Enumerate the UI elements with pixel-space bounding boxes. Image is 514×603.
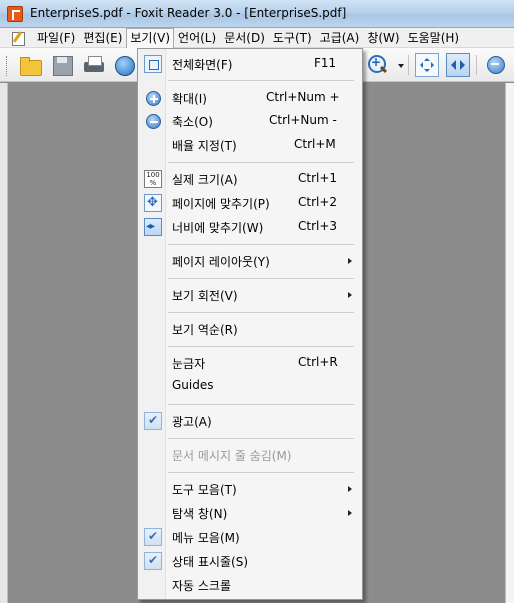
menu-item-rotate-view[interactable]: 보기 회전(V) <box>140 284 360 306</box>
view-menu-dropdown: 전체화면(F) F11 확대(I) Ctrl+Num + 축소(O) Ctrl+… <box>137 48 363 600</box>
globe-icon[interactable] <box>112 53 136 77</box>
menu-separator <box>168 162 354 163</box>
document-icon[interactable] <box>11 30 27 46</box>
menu-item-status-bar[interactable]: 상태 표시줄(S) <box>140 550 360 572</box>
menu-item-label: 실제 크기(A) <box>172 173 238 187</box>
menu-item-shortcut: Ctrl+3 <box>298 219 338 233</box>
submenu-arrow-icon <box>348 292 352 298</box>
menu-separator <box>168 404 354 405</box>
checkmark-icon <box>144 412 162 430</box>
menu-item-label: 자동 스크롤 <box>172 579 232 593</box>
menu-item-label: 탐색 창(N) <box>172 507 228 521</box>
menu-item-label: 배율 지정(T) <box>172 139 237 153</box>
document-page[interactable] <box>505 83 514 603</box>
menu-item-label: 축소(O) <box>172 115 213 129</box>
menu-item-menu-bar[interactable]: 메뉴 모음(M) <box>140 526 360 548</box>
fit-page-icon <box>144 194 162 212</box>
zoom-out-icon <box>146 114 161 129</box>
menu-item-zoom-out[interactable]: 축소(O) Ctrl+Num - <box>140 110 360 132</box>
menu-item-label: 눈금자 <box>172 357 206 371</box>
submenu-arrow-icon <box>348 258 352 264</box>
menu-item-label: 메뉴 모음(M) <box>172 531 240 545</box>
save-icon[interactable] <box>50 53 74 77</box>
submenu-arrow-icon <box>348 510 352 516</box>
menu-item-reverse-view[interactable]: 보기 역순(R) <box>140 318 360 340</box>
menu-separator <box>168 472 354 473</box>
menu-item-label: 보기 회전(V) <box>172 289 238 303</box>
menu-file[interactable]: 파일(F) <box>33 28 79 48</box>
menu-item-fit-width[interactable]: 너비에 맞추기(W) Ctrl+3 <box>140 216 360 238</box>
zoom-out-icon[interactable] <box>484 53 508 77</box>
menu-separator <box>168 346 354 347</box>
menu-item-shortcut: Ctrl+M <box>294 137 336 151</box>
menu-item-shortcut: F11 <box>314 56 337 70</box>
menu-window[interactable]: 창(W) <box>363 28 403 48</box>
menu-item-ruler[interactable]: 눈금자 Ctrl+R <box>140 352 360 374</box>
menu-item-zoom-in[interactable]: 확대(I) Ctrl+Num + <box>140 87 360 109</box>
menu-separator <box>168 244 354 245</box>
menu-bar: 파일(F) 편집(E) 보기(V) 언어(L) 문서(D) 도구(T) 고급(A… <box>0 27 514 48</box>
menu-item-shortcut: Ctrl+Num + <box>266 90 340 104</box>
menu-item-set-zoom[interactable]: 배율 지정(T) Ctrl+M <box>140 134 360 156</box>
menu-item-label: 문서 메시지 줄 숨김(M) <box>172 449 292 463</box>
menu-item-label: 전체화면(F) <box>172 58 233 72</box>
menu-advanced[interactable]: 고급(A) <box>316 28 364 48</box>
menu-item-shortcut: Ctrl+Num - <box>269 113 337 127</box>
menu-separator <box>168 438 354 439</box>
menu-item-shortcut: Ctrl+2 <box>298 195 338 209</box>
checkmark-icon <box>144 528 162 546</box>
menu-item-label: 페이지에 맞추기(P) <box>172 197 270 211</box>
menu-item-label: 광고(A) <box>172 415 212 429</box>
window-title: EnterpriseS.pdf - Foxit Reader 3.0 - [En… <box>30 6 347 20</box>
toolbar-separator <box>408 55 409 75</box>
open-folder-icon[interactable] <box>18 53 42 77</box>
menu-item-label: 보기 역순(R) <box>172 323 238 337</box>
menu-separator <box>168 312 354 313</box>
menu-item-label: 페이지 레이아웃(Y) <box>172 255 270 269</box>
menu-view[interactable]: 보기(V) <box>126 27 175 48</box>
menu-document[interactable]: 문서(D) <box>220 28 269 48</box>
menu-item-actual-size[interactable]: 100 % 실제 크기(A) Ctrl+1 <box>140 168 360 190</box>
menu-item-navigation-pane[interactable]: 탐색 창(N) <box>140 502 360 524</box>
menu-language[interactable]: 언어(L) <box>174 28 220 48</box>
menu-item-label: Guides <box>172 378 214 392</box>
fit-page-icon[interactable] <box>415 53 439 77</box>
fit-width-icon[interactable] <box>446 53 470 77</box>
menu-item-label: 확대(I) <box>172 92 207 106</box>
menu-item-shortcut: Ctrl+R <box>298 355 338 369</box>
menu-item-shortcut: Ctrl+1 <box>298 171 338 185</box>
checkmark-icon <box>144 552 162 570</box>
actual-size-icon: 100 % <box>144 170 162 188</box>
menu-item-hide-doc-message-bar: 문서 메시지 줄 숨김(M) <box>140 444 360 466</box>
zoom-dropdown-arrow-icon[interactable] <box>398 64 404 68</box>
navigation-pane-strip[interactable] <box>0 83 8 603</box>
zoom-in-icon[interactable]: + <box>366 53 390 77</box>
toolbar-grip[interactable] <box>6 56 9 76</box>
fullscreen-icon <box>144 55 162 73</box>
menu-item-label: 도구 모음(T) <box>172 483 237 497</box>
menu-item-label: 상태 표시줄(S) <box>172 555 248 569</box>
foxit-app-icon[interactable] <box>7 6 23 22</box>
zoom-in-icon <box>146 91 161 106</box>
menu-help[interactable]: 도움말(H) <box>404 28 464 48</box>
menu-item-auto-scroll[interactable]: 자동 스크롤 <box>140 574 360 596</box>
toolbar-separator <box>476 55 477 75</box>
menu-item-guides[interactable]: Guides <box>140 375 360 397</box>
menu-separator <box>168 80 354 81</box>
menu-item-label: 너비에 맞추기(W) <box>172 221 264 235</box>
menu-item-page-layout[interactable]: 페이지 레이아웃(Y) <box>140 250 360 272</box>
menu-tools[interactable]: 도구(T) <box>269 28 316 48</box>
menu-item-fullscreen[interactable]: 전체화면(F) F11 <box>140 53 360 75</box>
menu-item-toolbars[interactable]: 도구 모음(T) <box>140 478 360 500</box>
print-icon[interactable] <box>82 53 106 77</box>
menu-edit[interactable]: 편집(E) <box>79 28 126 48</box>
menu-separator <box>168 278 354 279</box>
menu-item-fit-page[interactable]: 페이지에 맞추기(P) Ctrl+2 <box>140 192 360 214</box>
title-bar: EnterpriseS.pdf - Foxit Reader 3.0 - [En… <box>0 0 514 28</box>
fit-width-icon <box>144 218 162 236</box>
submenu-arrow-icon <box>348 486 352 492</box>
menu-item-ads[interactable]: 광고(A) <box>140 410 360 432</box>
